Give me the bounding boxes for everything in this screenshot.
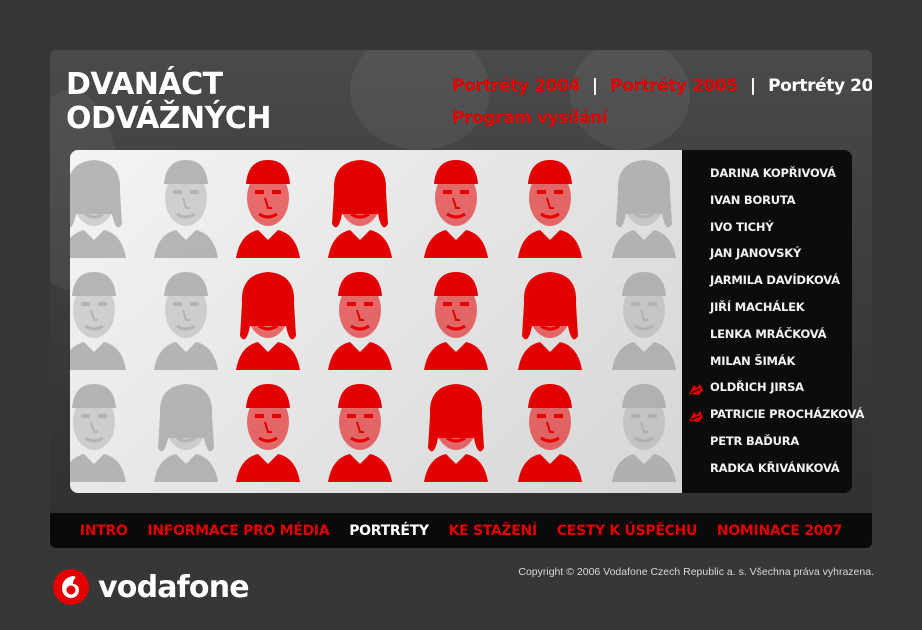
site-title: DVANÁCT ODVÁŽNÝCH [66, 67, 271, 136]
selected-marker-icon [688, 381, 704, 396]
nav-cesty-k-uspechu[interactable]: CESTY K ÚSPĚCHU [557, 523, 698, 539]
person-name-link[interactable]: PETR BAĎURA [710, 434, 799, 448]
nav-ke-stazeni[interactable]: KE STAŽENÍ [449, 523, 538, 539]
portrait-thumbnail[interactable] [420, 266, 492, 370]
vodafone-logo[interactable]: vodafone [52, 568, 250, 606]
nav-program-vysilani[interactable]: Program vysílání [452, 108, 608, 128]
portrait-thumbnail[interactable] [324, 154, 396, 258]
portrait-thumbnail[interactable] [420, 154, 492, 258]
nav-nominace-2007[interactable]: NOMINACE 2007 [717, 523, 842, 539]
portrait-thumbnail [70, 378, 130, 482]
person-name-link[interactable]: IVAN BORUTA [710, 193, 796, 207]
nav-separator: | [749, 76, 757, 96]
portrait-thumbnail[interactable] [324, 378, 396, 482]
nav-portrety-2005[interactable]: Portréty 2005 [610, 76, 738, 96]
nav-intro[interactable]: INTRO [80, 523, 128, 539]
vodafone-speechmark-icon [53, 569, 89, 605]
nav-informace-pro-media[interactable]: INFORMACE PRO MÉDIA [147, 523, 329, 539]
main-panel: DVANÁCT ODVÁŽNÝCH Portréty 2004 | Portré… [50, 50, 872, 548]
portrait-thumbnail [150, 154, 222, 258]
nav-portrety-2004[interactable]: Portréty 2004 [452, 76, 580, 96]
person-name-link[interactable]: IVO TICHÝ [710, 220, 774, 234]
portrait-thumbnail[interactable] [232, 266, 304, 370]
vodafone-wordmark: vodafone [98, 569, 250, 605]
person-name-link[interactable]: MILAN ŠIMÁK [710, 354, 795, 368]
portrait-gallery [70, 150, 682, 493]
portrait-thumbnail [150, 378, 222, 482]
portrait-thumbnail [70, 154, 130, 258]
person-name-list: DARINA KOPŘIVOVÁ IVAN BORUTA IVO TICHÝ JAN … [682, 150, 864, 493]
person-name-link[interactable]: PATRICIE PROCHÁZKOVÁ [710, 407, 864, 421]
nav-portrety[interactable]: PORTRÉTY [349, 523, 429, 539]
portrait-thumbnail [608, 266, 680, 370]
portrait-thumbnail [150, 266, 222, 370]
portrait-thumbnail[interactable] [514, 154, 586, 258]
portrait-thumbnail[interactable] [232, 378, 304, 482]
portrait-thumbnail [70, 266, 130, 370]
main-navigation: INTRO INFORMACE PRO MÉDIA PORTRÉTY KE ST… [50, 513, 872, 548]
nav-portrety-2006[interactable]: Portréty 2006 [768, 76, 872, 96]
person-name-link[interactable]: JAN JANOVSKÝ [710, 246, 801, 260]
portrait-thumbnail[interactable] [420, 378, 492, 482]
person-name-link[interactable]: JIŘÍ MACHÁLEK [710, 300, 805, 314]
portrait-thumbnail[interactable] [514, 378, 586, 482]
portrait-thumbnail[interactable] [324, 266, 396, 370]
nav-separator: | [591, 76, 599, 96]
portrait-thumbnail[interactable] [232, 154, 304, 258]
year-navigation: Portréty 2004 | Portréty 2005 | Portréty… [452, 70, 872, 134]
portrait-thumbnail[interactable] [514, 266, 586, 370]
person-name-link[interactable]: OLDŘICH JIRSA [710, 380, 804, 394]
copyright-notice: Copyright © 2006 Vodafone Czech Republic… [518, 566, 874, 578]
person-name-link[interactable]: DARINA KOPŘIVOVÁ [710, 166, 836, 180]
person-name-link[interactable]: JARMILA DAVÍDKOVÁ [710, 273, 840, 287]
person-name-link[interactable]: RADKA KŘIVÁNKOVÁ [710, 461, 840, 475]
portrait-thumbnail [608, 154, 680, 258]
selected-marker-icon [688, 408, 704, 423]
person-name-link[interactable]: LENKA MRÁČKOVÁ [710, 327, 827, 341]
portrait-thumbnail [608, 378, 680, 482]
